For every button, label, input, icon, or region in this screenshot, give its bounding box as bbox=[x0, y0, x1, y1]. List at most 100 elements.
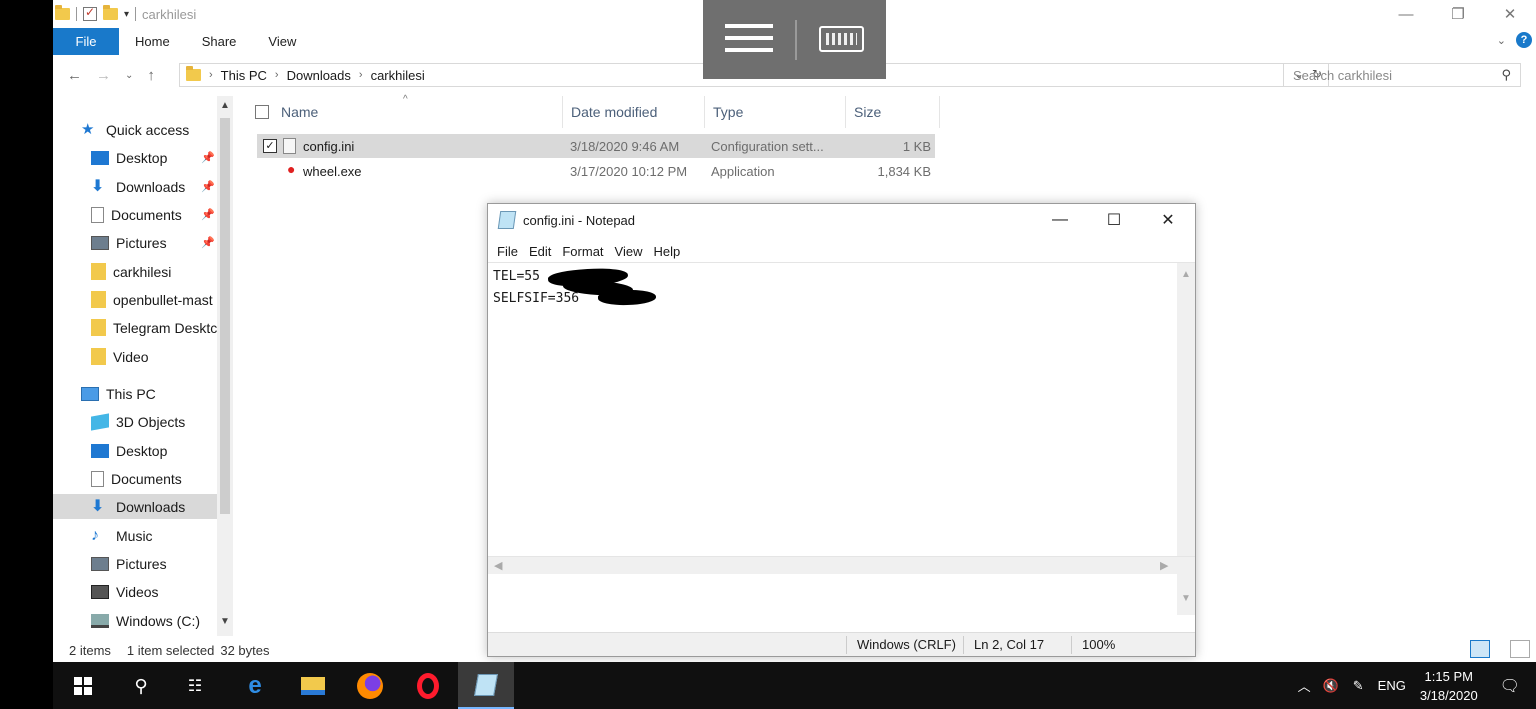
edge-icon[interactable]: e bbox=[239, 670, 271, 702]
menu-view[interactable]: View bbox=[615, 244, 643, 259]
tab-file[interactable]: File bbox=[53, 28, 119, 55]
close-icon[interactable]: ✕ bbox=[1484, 0, 1536, 28]
sidebar-label: carkhilesi bbox=[113, 263, 172, 280]
sidebar-label: Pictures bbox=[116, 234, 167, 251]
chevron-up-icon[interactable]: ︿ bbox=[1298, 676, 1311, 695]
sidebar-quick-access[interactable]: ★ Quick access bbox=[53, 117, 217, 142]
pen-icon[interactable]: ✎ bbox=[1353, 678, 1364, 694]
scroll-right-icon[interactable]: ▶ bbox=[1160, 559, 1168, 572]
expand-ribbon-icon[interactable]: ⌄ bbox=[1497, 34, 1506, 47]
sidebar-item-carkhilesi[interactable]: carkhilesi bbox=[53, 259, 217, 284]
language-indicator[interactable]: ENG bbox=[1378, 678, 1406, 693]
maximize-icon[interactable]: ☐ bbox=[1087, 204, 1141, 236]
up-icon[interactable]: ↑ bbox=[147, 67, 155, 84]
notepad-horizontal-scrollbar[interactable]: ◀ ▶ bbox=[488, 556, 1195, 574]
sidebar-item-videos[interactable]: Videos bbox=[53, 579, 217, 604]
sidebar-item-pc-downloads[interactable]: ⬇ Downloads bbox=[53, 494, 217, 519]
sidebar-item-telegram[interactable]: Telegram Desktc bbox=[53, 315, 217, 340]
breadcrumb-carkhilesi[interactable]: carkhilesi bbox=[371, 68, 425, 83]
scroll-down-icon[interactable]: ▼ bbox=[220, 616, 230, 627]
restore-icon[interactable]: ❐ bbox=[1432, 0, 1484, 28]
tab-home[interactable]: Home bbox=[119, 34, 186, 49]
sidebar-item-pc-desktop[interactable]: Desktop bbox=[53, 438, 217, 463]
scroll-up-icon[interactable]: ▲ bbox=[1181, 269, 1191, 280]
menu-file[interactable]: File bbox=[497, 244, 518, 259]
customize-toolbar-icon[interactable]: ▾ bbox=[124, 9, 129, 20]
sidebar-scrollbar[interactable]: ▲ ▼ bbox=[217, 96, 233, 636]
row-checkbox[interactable]: ✓ bbox=[263, 139, 277, 153]
folder-icon bbox=[55, 5, 70, 20]
application-icon: ● bbox=[287, 161, 296, 177]
sidebar-item-pictures[interactable]: Pictures 📌 bbox=[53, 230, 217, 255]
sidebar-item-downloads[interactable]: ⬇ Downloads 📌 bbox=[53, 174, 217, 199]
chevron-right-icon[interactable]: › bbox=[209, 69, 213, 81]
notification-icon[interactable]: 🗨 bbox=[1500, 676, 1520, 696]
menu-format[interactable]: Format bbox=[562, 244, 603, 259]
sidebar-item-music[interactable]: ♪ Music bbox=[53, 523, 217, 548]
column-header-date[interactable]: Date modified bbox=[563, 96, 705, 128]
details-view-icon[interactable] bbox=[1470, 640, 1490, 658]
volume-muted-icon[interactable]: 🔇 bbox=[1323, 678, 1339, 694]
opera-icon[interactable] bbox=[412, 670, 444, 702]
sidebar-item-pc-documents[interactable]: Documents bbox=[53, 466, 217, 491]
chevron-right-icon[interactable]: › bbox=[359, 69, 363, 81]
file-row-config-ini[interactable]: ✓ config.ini 3/18/2020 9:46 AM Configura… bbox=[257, 134, 935, 158]
notepad-window-controls: — ☐ ✕ bbox=[1033, 204, 1195, 236]
sidebar-item-openbullet[interactable]: openbullet-mast bbox=[53, 287, 217, 312]
navigation-buttons: ← → ⌄ ↑ bbox=[53, 67, 155, 84]
search-icon[interactable]: ⚲ bbox=[125, 670, 157, 702]
menu-help[interactable]: Help bbox=[653, 244, 680, 259]
sidebar-label: Desktop bbox=[116, 149, 168, 166]
divider bbox=[76, 7, 77, 21]
sidebar-label: This PC bbox=[106, 385, 156, 402]
close-icon[interactable]: ✕ bbox=[1141, 204, 1195, 236]
tab-share[interactable]: Share bbox=[186, 34, 253, 49]
minimize-icon[interactable]: — bbox=[1380, 0, 1432, 28]
help-icon[interactable]: ? bbox=[1516, 32, 1532, 48]
task-view-icon[interactable]: ☷ bbox=[179, 670, 211, 702]
minimize-icon[interactable]: — bbox=[1033, 204, 1087, 236]
column-header-size[interactable]: Size bbox=[846, 96, 940, 128]
remote-toolbar bbox=[703, 0, 886, 79]
scroll-up-icon[interactable]: ▲ bbox=[220, 100, 230, 111]
notepad-window: config.ini - Notepad — ☐ ✕ File Edit For… bbox=[487, 203, 1196, 657]
window-title: carkhilesi bbox=[142, 6, 197, 22]
forward-icon[interactable]: → bbox=[96, 67, 111, 84]
scroll-left-icon[interactable]: ◀ bbox=[494, 559, 502, 572]
back-icon[interactable]: ← bbox=[67, 67, 82, 84]
breadcrumb-this-pc[interactable]: This PC bbox=[221, 68, 267, 83]
notepad-taskbar-icon[interactable] bbox=[458, 662, 514, 709]
windows-start-icon[interactable] bbox=[67, 670, 99, 702]
new-folder-icon[interactable] bbox=[103, 5, 118, 20]
keyboard-icon[interactable] bbox=[819, 26, 864, 52]
scroll-down-icon[interactable]: ▼ bbox=[1181, 593, 1191, 604]
search-input[interactable]: Search carkhilesi ⚲ bbox=[1283, 63, 1521, 87]
tab-view[interactable]: View bbox=[252, 34, 312, 49]
sidebar-item-windows-c[interactable]: Windows (C:) bbox=[53, 608, 217, 633]
file-explorer-icon[interactable] bbox=[297, 670, 329, 702]
scrollbar-thumb[interactable] bbox=[220, 118, 230, 514]
large-icons-view-icon[interactable] bbox=[1510, 640, 1530, 658]
hamburger-menu-icon[interactable] bbox=[725, 24, 773, 54]
sidebar-item-3d-objects[interactable]: 3D Objects bbox=[53, 409, 217, 434]
system-tray: ︿ 🔇 ✎ ENG 1:15 PM 3/18/2020 🗨 bbox=[1298, 662, 1536, 709]
status-selection: 1 item selected bbox=[126, 642, 215, 658]
recent-locations-icon[interactable]: ⌄ bbox=[125, 70, 133, 81]
file-row-wheel-exe[interactable]: ● wheel.exe 3/17/2020 10:12 PM Applicati… bbox=[257, 159, 935, 183]
clock[interactable]: 1:15 PM 3/18/2020 bbox=[1420, 667, 1478, 705]
sidebar-item-desktop[interactable]: Desktop 📌 bbox=[53, 145, 217, 170]
notepad-title-bar: config.ini - Notepad — ☐ ✕ bbox=[488, 204, 1195, 236]
sidebar-item-video[interactable]: Video bbox=[53, 344, 217, 369]
status-position: Ln 2, Col 17 bbox=[963, 636, 1044, 654]
chevron-right-icon[interactable]: › bbox=[275, 69, 279, 81]
column-header-type[interactable]: Type bbox=[705, 96, 846, 128]
column-header-name[interactable]: ^ Name bbox=[253, 94, 563, 128]
properties-icon[interactable] bbox=[83, 5, 97, 21]
menu-edit[interactable]: Edit bbox=[529, 244, 551, 259]
select-all-checkbox[interactable] bbox=[255, 105, 269, 119]
breadcrumb-downloads[interactable]: Downloads bbox=[287, 68, 351, 83]
sidebar-this-pc[interactable]: This PC bbox=[53, 381, 217, 406]
firefox-icon[interactable] bbox=[354, 670, 386, 702]
sidebar-item-pc-pictures[interactable]: Pictures bbox=[53, 551, 217, 576]
sidebar-item-documents[interactable]: Documents 📌 bbox=[53, 202, 217, 227]
